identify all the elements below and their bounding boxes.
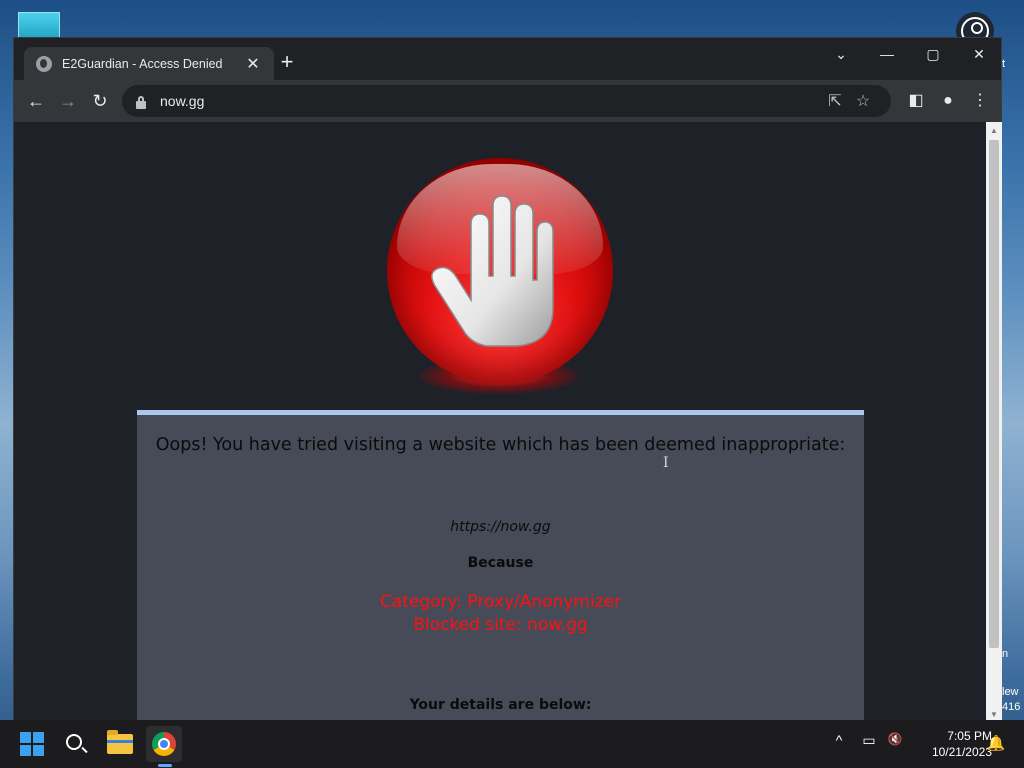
chrome-taskbar-button[interactable] bbox=[146, 726, 182, 762]
stop-hand-icon bbox=[387, 158, 613, 384]
block-reason: Category: Proxy/Anonymizer Blocked site:… bbox=[137, 591, 864, 637]
show-hidden-icons-chevron[interactable]: ^ bbox=[828, 732, 850, 748]
scroll-thumb[interactable] bbox=[989, 140, 999, 648]
active-app-indicator bbox=[158, 764, 172, 767]
chrome-icon bbox=[152, 732, 176, 756]
lock-icon[interactable] bbox=[136, 96, 146, 109]
bookmark-star-icon[interactable]: ☆ bbox=[849, 91, 877, 111]
because-label: Because bbox=[467, 555, 534, 571]
notification-bell-icon[interactable]: 🔔 bbox=[986, 734, 1006, 754]
details-heading: Your details are below: bbox=[409, 697, 592, 713]
text-cursor-icon: I bbox=[663, 455, 669, 471]
volume-muted-icon[interactable]: 🔇 bbox=[884, 732, 906, 746]
minimize-button[interactable]: — bbox=[864, 40, 910, 68]
address-bar[interactable]: now.gg ⇱ ☆ bbox=[122, 85, 891, 117]
blocked-url: https://now.gg bbox=[450, 519, 551, 535]
windows-logo-icon bbox=[20, 732, 44, 756]
system-clock[interactable]: 7:05 PM 10/21/2023 bbox=[910, 728, 992, 760]
scroll-down-icon[interactable]: ▼ bbox=[989, 710, 999, 719]
desktop-edge-label: 416 bbox=[1002, 701, 1021, 713]
new-tab-button[interactable]: + bbox=[274, 50, 300, 76]
tab-title: E2Guardian - Access Denied bbox=[62, 56, 223, 71]
clock-date: 10/21/2023 bbox=[931, 745, 992, 759]
maximize-button[interactable]: ▢ bbox=[910, 40, 956, 68]
desktop-icon[interactable] bbox=[18, 12, 60, 38]
block-message-box: Oops! You have tried visiting a website … bbox=[137, 410, 864, 721]
close-window-button[interactable]: ✕ bbox=[956, 40, 1002, 68]
desktop-edge-label: t bbox=[1002, 58, 1006, 70]
vertical-scrollbar[interactable]: ▲ ▼ bbox=[986, 122, 1002, 721]
folder-icon bbox=[107, 730, 133, 754]
menu-icon[interactable]: ⋮ bbox=[966, 87, 994, 115]
file-explorer-button[interactable] bbox=[102, 726, 138, 762]
browser-window: E2Guardian - Access Denied ✕ + ⌄ — ▢ ✕ ←… bbox=[13, 37, 1002, 721]
tab-close-icon[interactable]: ✕ bbox=[244, 54, 262, 74]
category-text: Category: Proxy/Anonymizer bbox=[379, 592, 622, 612]
desktop-edge-label: lew bbox=[1002, 686, 1019, 698]
page-viewport: Oops! You have tried visiting a website … bbox=[14, 122, 986, 721]
search-icon bbox=[66, 734, 82, 750]
forward-icon[interactable]: → bbox=[54, 87, 82, 115]
blocked-site-text: Blocked site: now.gg bbox=[413, 615, 588, 635]
taskbar: ^ ▭ 🔇 7:05 PM 10/21/2023 🔔 bbox=[0, 720, 1024, 768]
desktop-edge-label: n bbox=[1002, 648, 1009, 660]
tab-search-icon[interactable]: ⌄ bbox=[818, 40, 864, 68]
profile-icon[interactable]: ● bbox=[934, 87, 962, 115]
title-bar: E2Guardian - Access Denied ✕ + ⌄ — ▢ ✕ bbox=[14, 38, 1001, 80]
back-icon[interactable]: ← bbox=[22, 87, 50, 115]
tab-active[interactable]: E2Guardian - Access Denied ✕ bbox=[24, 47, 274, 80]
side-panel-icon[interactable]: ◧ bbox=[902, 87, 930, 115]
block-headline: Oops! You have tried visiting a website … bbox=[155, 435, 846, 455]
globe-icon bbox=[36, 55, 52, 72]
browser-toolbar: ← → ↻ now.gg ⇱ ☆ ◧ ● ⋮ bbox=[14, 80, 1001, 122]
start-button[interactable] bbox=[14, 726, 50, 762]
search-button[interactable] bbox=[58, 726, 94, 762]
reload-icon[interactable]: ↻ bbox=[86, 87, 114, 115]
url-text[interactable]: now.gg bbox=[160, 93, 821, 109]
clock-time: 7:05 PM bbox=[947, 729, 992, 743]
scroll-up-icon[interactable]: ▲ bbox=[989, 126, 999, 135]
network-icon[interactable]: ▭ bbox=[858, 732, 880, 749]
share-icon[interactable]: ⇱ bbox=[821, 91, 849, 111]
